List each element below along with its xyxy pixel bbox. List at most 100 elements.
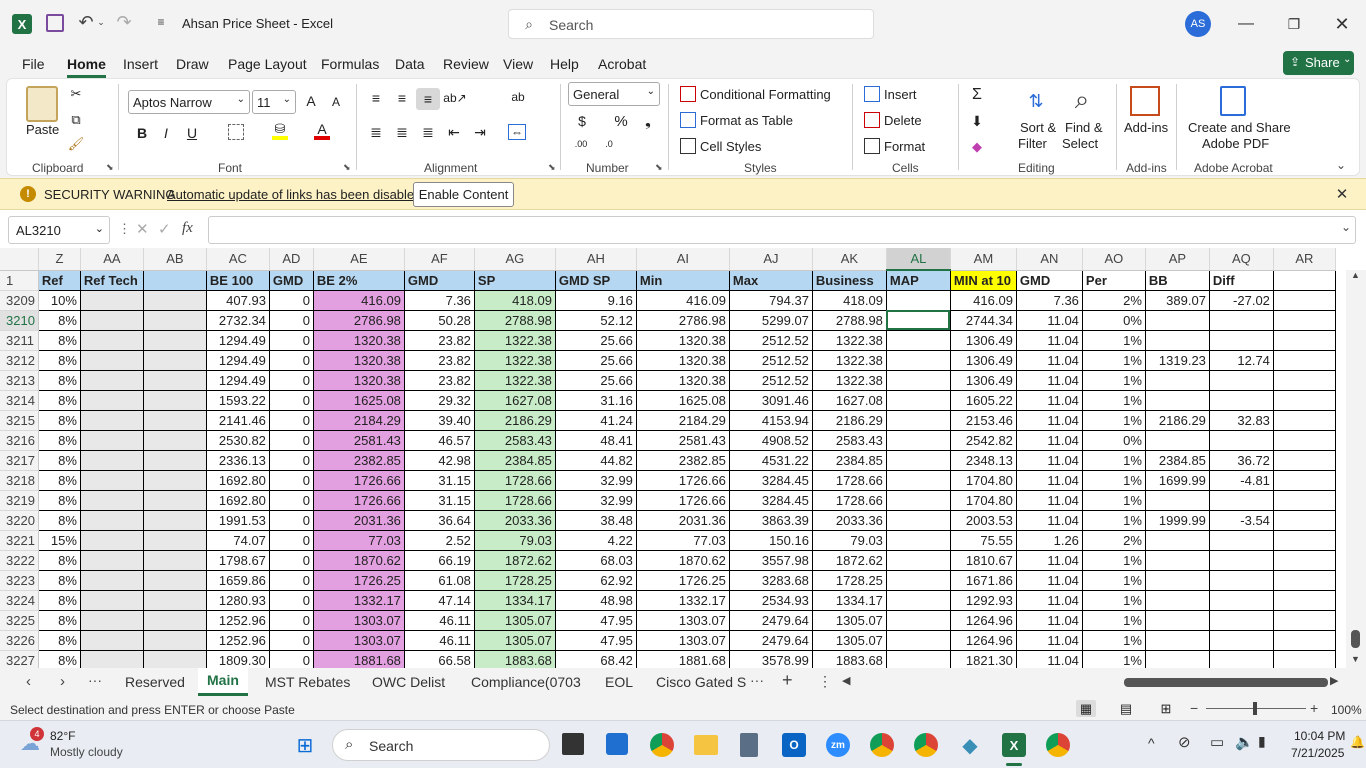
cell-ar[interactable] bbox=[1273, 590, 1336, 611]
cell-ab[interactable] bbox=[143, 470, 207, 491]
cell-ac[interactable]: 1593.22 bbox=[206, 390, 270, 411]
column-header[interactable]: AG bbox=[474, 248, 556, 271]
cell-al[interactable] bbox=[886, 570, 951, 591]
header-cell[interactable]: Ref Tech bbox=[80, 270, 144, 291]
cell-ab[interactable] bbox=[143, 410, 207, 431]
excel-taskbar-icon[interactable]: X bbox=[1002, 733, 1026, 757]
close-icon[interactable]: ✕ bbox=[1334, 185, 1350, 203]
cell-ad[interactable]: 0 bbox=[269, 450, 314, 471]
cell-ak[interactable]: 1728.25 bbox=[812, 570, 887, 591]
column-header[interactable]: AA bbox=[80, 248, 144, 271]
cell-aj[interactable]: 4153.94 bbox=[729, 410, 813, 431]
restore-icon[interactable]: ❐ bbox=[1280, 14, 1308, 34]
cell-af[interactable]: 66.19 bbox=[404, 550, 475, 571]
cell-an[interactable]: 11.04 bbox=[1016, 390, 1083, 411]
header-cell[interactable]: Diff bbox=[1209, 270, 1274, 291]
cell-ao[interactable]: 1% bbox=[1082, 490, 1146, 511]
cell-ag[interactable]: 2583.43 bbox=[474, 430, 556, 451]
share-button[interactable]: ⇪ Share ⌄ bbox=[1283, 51, 1354, 75]
align-right-icon[interactable]: ≣ bbox=[420, 124, 436, 140]
cell-ad[interactable]: 0 bbox=[269, 650, 314, 668]
cell-af[interactable]: 39.40 bbox=[404, 410, 475, 431]
cell-af[interactable]: 46.11 bbox=[404, 610, 475, 631]
tab-owc-delist[interactable]: OWC Delist bbox=[372, 674, 445, 690]
cell-aq[interactable] bbox=[1209, 590, 1274, 611]
cell-ac[interactable]: 1294.49 bbox=[206, 330, 270, 351]
row-number[interactable]: 3224 bbox=[0, 590, 39, 611]
clock-time[interactable]: 10:04 PM bbox=[1294, 729, 1345, 743]
header-cell[interactable]: Business bbox=[812, 270, 887, 291]
cell-an[interactable]: 11.04 bbox=[1016, 550, 1083, 571]
cell-ah[interactable]: 41.24 bbox=[555, 410, 637, 431]
cell-am[interactable]: 1306.49 bbox=[950, 330, 1017, 351]
column-header[interactable]: AB bbox=[143, 248, 207, 271]
cell-aq[interactable] bbox=[1209, 530, 1274, 551]
expand-formula-icon[interactable]: ⌄ bbox=[1341, 220, 1351, 234]
cell-ag[interactable]: 1322.38 bbox=[474, 330, 556, 351]
cell-ae[interactable]: 2031.36 bbox=[313, 510, 405, 531]
cell-ai[interactable]: 1726.25 bbox=[636, 570, 730, 591]
cell-ac[interactable]: 2141.46 bbox=[206, 410, 270, 431]
cell-ac[interactable]: 2336.13 bbox=[206, 450, 270, 471]
decrease-indent-icon[interactable]: ⇤ bbox=[446, 124, 462, 140]
cell-aa[interactable] bbox=[80, 410, 144, 431]
row-number[interactable]: 3215 bbox=[0, 410, 39, 431]
cell-al[interactable] bbox=[886, 610, 951, 631]
cell-z[interactable]: 10% bbox=[38, 290, 81, 311]
cell-z[interactable]: 8% bbox=[38, 550, 81, 571]
cell-an[interactable]: 11.04 bbox=[1016, 650, 1083, 668]
cell-ao[interactable]: 2% bbox=[1082, 290, 1146, 311]
file-explorer-icon[interactable] bbox=[694, 735, 718, 755]
cell-al[interactable] bbox=[886, 590, 951, 611]
cell-ag[interactable]: 1728.66 bbox=[474, 470, 556, 491]
normal-view-icon[interactable]: ▦ bbox=[1076, 700, 1096, 717]
outlook-icon[interactable]: O bbox=[782, 733, 806, 757]
cell-ak[interactable]: 2788.98 bbox=[812, 310, 887, 331]
autosum-icon[interactable]: Σ bbox=[968, 86, 986, 104]
cell-aj[interactable]: 4531.22 bbox=[729, 450, 813, 471]
tab-compliance[interactable]: Compliance(0703 bbox=[471, 674, 581, 690]
column-header[interactable]: AI bbox=[636, 248, 730, 271]
cell-al[interactable] bbox=[886, 390, 951, 411]
cell-aa[interactable] bbox=[80, 330, 144, 351]
task-view-icon[interactable] bbox=[562, 733, 584, 755]
cell-am[interactable]: 1292.93 bbox=[950, 590, 1017, 611]
cell-aq[interactable]: 36.72 bbox=[1209, 450, 1274, 471]
paste-label[interactable]: Paste bbox=[26, 122, 59, 137]
cell-al[interactable] bbox=[886, 410, 951, 431]
row-number[interactable]: 3213 bbox=[0, 370, 39, 391]
cell-ar[interactable] bbox=[1273, 570, 1336, 591]
row-number[interactable]: 1 bbox=[0, 270, 39, 291]
cell-ap[interactable] bbox=[1145, 590, 1210, 611]
cell-ad[interactable]: 0 bbox=[269, 550, 314, 571]
menu-draw[interactable]: Draw bbox=[176, 56, 209, 72]
zoom-level[interactable]: 100% bbox=[1331, 703, 1362, 717]
cell-ai[interactable]: 1870.62 bbox=[636, 550, 730, 571]
more-options-icon[interactable]: ⋮ bbox=[118, 221, 131, 237]
cell-am[interactable]: 1306.49 bbox=[950, 350, 1017, 371]
row-number[interactable]: 3223 bbox=[0, 570, 39, 591]
borders-icon[interactable] bbox=[228, 124, 244, 140]
cell-ap[interactable] bbox=[1145, 630, 1210, 651]
cell-af[interactable]: 50.28 bbox=[404, 310, 475, 331]
customize-toolbar-icon[interactable]: ≡ bbox=[154, 14, 168, 30]
cell-aa[interactable] bbox=[80, 490, 144, 511]
cell-aq[interactable] bbox=[1209, 610, 1274, 631]
cell-ag[interactable]: 2033.36 bbox=[474, 510, 556, 531]
bold-icon[interactable]: B bbox=[134, 124, 150, 142]
cell-ac[interactable]: 1294.49 bbox=[206, 350, 270, 371]
cell-ap[interactable] bbox=[1145, 310, 1210, 331]
header-cell[interactable]: MAP bbox=[886, 270, 951, 291]
cell-ai[interactable]: 1726.66 bbox=[636, 470, 730, 491]
cell-aj[interactable]: 794.37 bbox=[729, 290, 813, 311]
cell-an[interactable]: 11.04 bbox=[1016, 590, 1083, 611]
cell-ac[interactable]: 1809.30 bbox=[206, 650, 270, 668]
cell-ac[interactable]: 2530.82 bbox=[206, 430, 270, 451]
row-number[interactable]: 3210 bbox=[0, 310, 39, 331]
cell-ar[interactable] bbox=[1273, 470, 1336, 491]
cell-z[interactable]: 8% bbox=[38, 510, 81, 531]
cell-ar[interactable] bbox=[1273, 310, 1336, 331]
cell-ah[interactable]: 25.66 bbox=[555, 330, 637, 351]
cell-ap[interactable] bbox=[1145, 650, 1210, 668]
undo-icon[interactable]: ↶ bbox=[76, 12, 96, 32]
